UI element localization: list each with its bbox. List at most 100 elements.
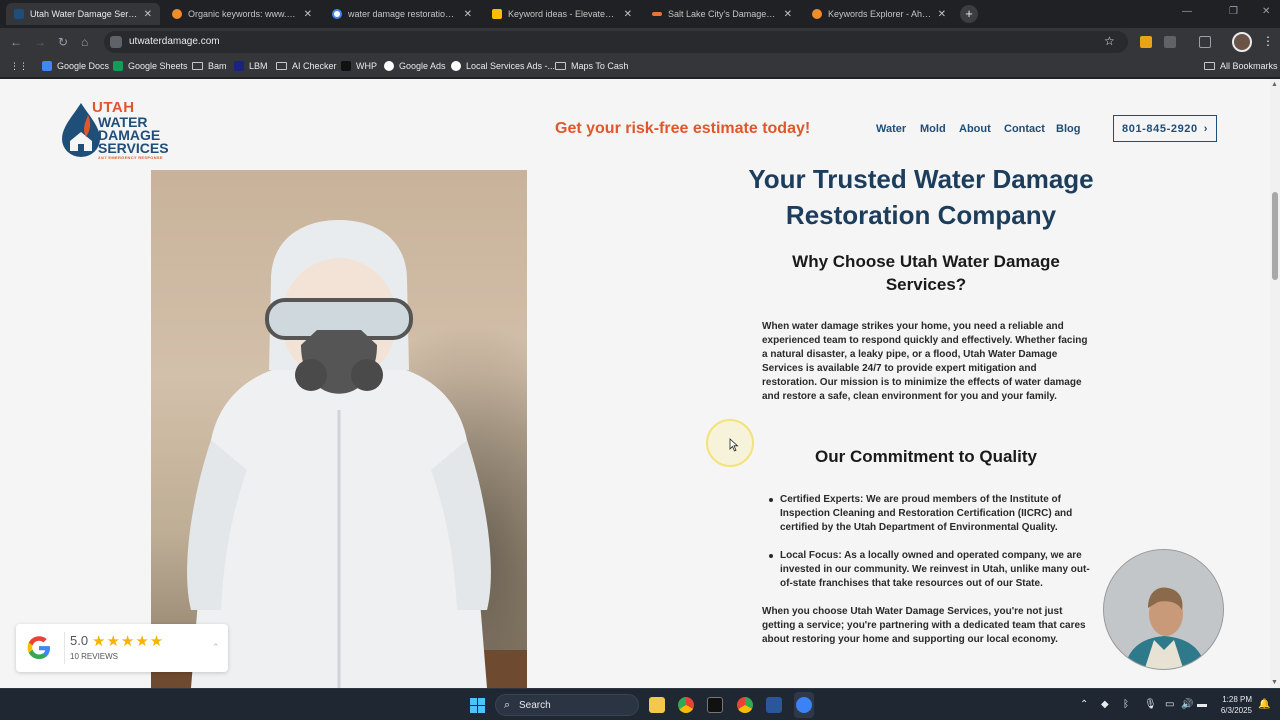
- commitment-heading: Our Commitment to Quality: [815, 447, 1037, 466]
- bookmark-whp[interactable]: WHP: [341, 61, 377, 71]
- phone-call-button[interactable]: 801-845-2920 ›: [1113, 115, 1217, 142]
- webcam-overlay: [1103, 549, 1224, 670]
- tab-keywords-explorer[interactable]: Keywords Explorer - Ahrefs ✕: [804, 3, 954, 25]
- clock-date: 6/3/2025: [1220, 706, 1252, 715]
- tray-chevron-up-icon[interactable]: ⌃: [1080, 699, 1088, 710]
- tab-google-search[interactable]: water damage restoration salt l... ✕: [324, 3, 480, 25]
- nav-contact[interactable]: Contact: [1004, 123, 1045, 135]
- scroll-up-arrow-icon[interactable]: ▲: [1271, 81, 1278, 88]
- tab-title: Utah Water Damage Services | ...: [30, 9, 138, 19]
- word-icon[interactable]: [766, 697, 782, 713]
- page-heading: Your Trusted Water Damage Restoration Co…: [748, 164, 1094, 230]
- close-tab-icon[interactable]: ✕: [784, 9, 792, 20]
- site-info-icon[interactable]: [110, 36, 122, 48]
- sheets-icon: [113, 61, 123, 71]
- volume-icon[interactable]: 🔊: [1181, 699, 1193, 710]
- lbm-icon: [234, 61, 244, 71]
- chrome-icon[interactable]: [678, 697, 694, 713]
- tab-salt-lake-city[interactable]: Salt Lake City's Damage Restor... ✕: [644, 3, 800, 25]
- bookmark-local-services-ads[interactable]: Local Services Ads -...: [451, 61, 555, 71]
- side-panel-icon[interactable]: [1199, 36, 1211, 48]
- close-tab-icon[interactable]: ✕: [624, 9, 632, 20]
- bookmark-google-sheets[interactable]: Google Sheets: [113, 61, 188, 71]
- network-icon[interactable]: ▭: [1165, 699, 1174, 710]
- tab-keyword-ideas[interactable]: Keyword ideas - Elevated Auto... ✕: [484, 3, 640, 25]
- puzzle-extensions-icon[interactable]: [1164, 36, 1176, 48]
- address-toolbar: ← → ↻ ⌂ utwaterdamage.com: [0, 28, 1280, 56]
- google-icon: [384, 61, 394, 71]
- file-explorer-icon[interactable]: [649, 697, 665, 713]
- new-tab-button[interactable]: +: [960, 5, 978, 23]
- browser-tab-bar: Utah Water Damage Services | ... ✕ Organ…: [0, 0, 1280, 28]
- bookmark-bam[interactable]: Bam: [192, 61, 227, 71]
- minimize-icon[interactable]: —: [1182, 6, 1192, 17]
- close-window-icon[interactable]: ✕: [1262, 6, 1270, 17]
- web-page: UTAH WATER DAMAGE SERVICES 24/7 EMERGENC…: [0, 79, 1280, 688]
- site-logo[interactable]: UTAH WATER DAMAGE SERVICES 24/7 EMERGENC…: [58, 99, 169, 160]
- commitment-list: Certified Experts: We are proud members …: [769, 493, 1092, 605]
- divider: [64, 632, 65, 664]
- page-scrollbar[interactable]: [1270, 79, 1280, 688]
- close-tab-icon[interactable]: ✕: [304, 9, 312, 20]
- tray-app-icon[interactable]: ◆: [1101, 699, 1109, 710]
- close-tab-icon[interactable]: ✕: [144, 9, 152, 20]
- tab-title: water damage restoration salt l...: [348, 9, 458, 19]
- apps-grid-icon[interactable]: ⋮⋮: [10, 61, 28, 72]
- tab-title: Keyword ideas - Elevated Auto...: [508, 9, 618, 19]
- chrome-profile-icon[interactable]: [737, 697, 753, 713]
- tab-title: Organic keywords: www.utwate...: [188, 9, 298, 19]
- notification-bell-icon[interactable]: 🔔: [1258, 699, 1270, 710]
- estimate-promo-link[interactable]: Get your risk-free estimate today!: [555, 120, 810, 138]
- battery-icon[interactable]: ▬: [1197, 699, 1207, 710]
- bookmark-google-docs[interactable]: Google Docs: [42, 61, 109, 71]
- nav-mold[interactable]: Mold: [920, 123, 946, 135]
- tab-organic-keywords[interactable]: Organic keywords: www.utwate... ✕: [164, 3, 320, 25]
- bookmark-label: Bam: [208, 61, 227, 71]
- close-tab-icon[interactable]: ✕: [938, 9, 946, 20]
- scroll-down-arrow-icon[interactable]: ▼: [1271, 679, 1278, 686]
- bluetooth-icon[interactable]: ᛒ: [1123, 699, 1129, 710]
- chevron-right-icon: ›: [1203, 122, 1208, 135]
- scrollbar-thumb[interactable]: [1272, 192, 1278, 280]
- reload-icon[interactable]: ↻: [58, 35, 68, 49]
- nav-water[interactable]: Water: [876, 123, 906, 135]
- tab-title: Keywords Explorer - Ahrefs: [828, 9, 932, 19]
- forward-arrow-icon[interactable]: →: [34, 35, 46, 49]
- phone-number: 801-845-2920: [1122, 122, 1198, 135]
- ahrefs-favicon-icon: [812, 9, 822, 19]
- whp-icon: [341, 61, 351, 71]
- bookmark-star-icon[interactable]: ☆: [1104, 34, 1115, 48]
- restore-icon[interactable]: ❐: [1229, 6, 1238, 17]
- bookmark-label: Google Ads: [399, 61, 446, 71]
- review-count: 10 REVIEWS: [70, 652, 119, 661]
- back-arrow-icon[interactable]: ←: [10, 35, 22, 49]
- bookmark-maps-to-cash[interactable]: Maps To Cash: [555, 61, 628, 71]
- nav-about[interactable]: About: [959, 123, 991, 135]
- site-favicon-icon: [14, 9, 24, 19]
- technician-photo: [151, 170, 527, 688]
- nav-blog[interactable]: Blog: [1056, 123, 1080, 135]
- windows-start-icon[interactable]: [470, 698, 485, 713]
- profile-avatar[interactable]: [1232, 32, 1252, 52]
- capture-app-icon[interactable]: [707, 697, 723, 713]
- close-tab-icon[interactable]: ✕: [464, 9, 472, 20]
- system-clock[interactable]: 1:28 PM 6/3/2025: [1214, 694, 1252, 716]
- bookmark-label: AI Checker: [292, 61, 337, 71]
- bookmark-lbm[interactable]: LBM: [234, 61, 268, 71]
- bookmark-ai-checker[interactable]: AI Checker: [276, 61, 337, 71]
- bookmark-google-ads[interactable]: Google Ads: [384, 61, 446, 71]
- taskbar-search[interactable]: ⌕ Search: [495, 694, 639, 716]
- tab-utah-water-damage[interactable]: Utah Water Damage Services | ... ✕: [6, 3, 160, 25]
- home-icon[interactable]: ⌂: [81, 35, 88, 49]
- extension-icon[interactable]: [1140, 36, 1152, 48]
- all-bookmarks[interactable]: All Bookmarks: [1204, 61, 1278, 71]
- omnibox[interactable]: utwaterdamage.com: [104, 31, 1128, 53]
- recording-app-icon[interactable]: [796, 697, 812, 713]
- why-choose-heading: Why Choose Utah Water Damage Services?: [792, 252, 1060, 294]
- menu-kebab-icon[interactable]: ⋮: [1262, 34, 1274, 48]
- review-score: 5.0: [70, 633, 89, 648]
- microphone-icon[interactable]: 🎙: [1144, 699, 1157, 710]
- star-rating-icon: ★★★★★: [92, 633, 165, 650]
- google-review-badge[interactable]: 5.0 ★★★★★ 10 REVIEWS ⌃: [16, 624, 228, 672]
- chevron-up-icon[interactable]: ⌃: [212, 642, 220, 653]
